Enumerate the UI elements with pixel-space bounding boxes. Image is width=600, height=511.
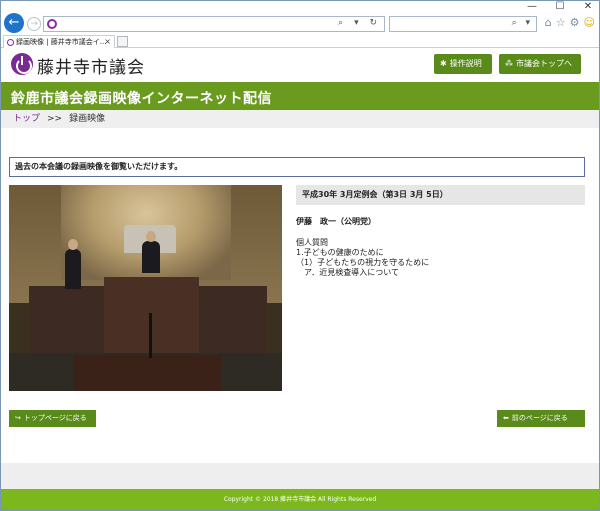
- notice-box: 過去の本会議の録画映像を御覧いただけます。: [9, 157, 585, 177]
- return-arrow-icon: ↪: [15, 414, 21, 422]
- forward-button[interactable]: →: [27, 17, 41, 31]
- arrow-left-icon: ⬅: [503, 414, 509, 422]
- question-line: ア．近見検査導入について: [296, 268, 399, 277]
- toolbar-icons: ⌂ ☆ ⚙ ☺: [545, 16, 595, 29]
- star-icon[interactable]: ☆: [556, 16, 566, 29]
- breadcrumb-home-link[interactable]: トップ: [13, 114, 40, 124]
- page-title: 鈴鹿市議会録画映像インターネット配信: [11, 91, 272, 107]
- question-line: （1）子どもたちの視力を守るために: [296, 258, 430, 267]
- tab-title: 録画映像 | 藤井寺市議会イ...: [16, 38, 107, 46]
- breadcrumb: トップ >> 録画映像: [1, 110, 599, 128]
- info-panel: 平成30年 3月定例会（第3日 3月 5日） 伊藤 政一（公明党） 個人質問 1…: [296, 185, 585, 278]
- video-player[interactable]: [9, 185, 282, 391]
- gear-icon: ✱: [440, 59, 447, 68]
- notice-text: 過去の本会議の録画映像を御覧いただけます。: [15, 162, 183, 171]
- lectern: [73, 355, 221, 391]
- assembly-logo-icon[interactable]: [11, 53, 33, 75]
- breadcrumb-separator: >>: [47, 114, 63, 124]
- tab-favicon-icon: [7, 39, 14, 46]
- navigation-bar: ← → ⌕ ▾ ↻ ⌕ ▾ ⌂ ☆ ⚙ ☺: [1, 13, 599, 35]
- minimize-button[interactable]: —: [525, 1, 539, 13]
- title-bar: — ☐ ✕: [1, 1, 599, 13]
- tab-close-icon[interactable]: ×: [104, 36, 111, 48]
- smiley-icon[interactable]: ☺: [584, 16, 595, 29]
- back-to-top-button[interactable]: ↪ トップページに戻る: [9, 410, 96, 427]
- site-favicon-icon: [47, 19, 57, 29]
- desk-left: [29, 286, 109, 354]
- person-left: [65, 239, 81, 289]
- help-button[interactable]: ✱ 操作説明: [434, 54, 492, 74]
- maximize-button[interactable]: ☐: [553, 1, 567, 13]
- new-tab-button[interactable]: [117, 36, 128, 47]
- footer-spacer: [1, 463, 599, 489]
- session-title: 平成30年 3月定例会（第3日 3月 5日）: [296, 185, 585, 205]
- search-controls[interactable]: ⌕ ▾: [512, 18, 533, 28]
- copyright-text: Copyright © 2018 藤井寺市議会 All Rights Reser…: [223, 496, 377, 503]
- back-to-top-label: トップページに戻る: [23, 414, 87, 422]
- previous-page-label: 前のページに戻る: [511, 414, 568, 422]
- tab-active[interactable]: 録画映像 | 藤井寺市議会イ... ×: [3, 35, 115, 48]
- tab-strip: 録画映像 | 藤井寺市議会イ... ×: [1, 35, 599, 48]
- browser-window: — ☐ ✕ ← → ⌕ ▾ ↻ ⌕ ▾ ⌂ ☆ ⚙ ☺ 録画映像 | 藤井寺市議…: [0, 0, 600, 511]
- desk-right: [195, 286, 267, 354]
- address-controls[interactable]: ⌕ ▾ ↻: [338, 18, 381, 28]
- title-banner: 鈴鹿市議会録画映像インターネット配信: [1, 82, 599, 110]
- gear-icon[interactable]: ⚙: [570, 16, 580, 29]
- person-chair: [142, 231, 160, 273]
- search-box[interactable]: ⌕ ▾: [389, 16, 537, 32]
- sitemap-icon: ⁂: [505, 59, 513, 68]
- back-button[interactable]: ←: [4, 13, 24, 33]
- breadcrumb-current: 録画映像: [69, 114, 106, 124]
- help-button-label: 操作説明: [449, 59, 482, 68]
- close-window-button[interactable]: ✕: [581, 1, 595, 13]
- home-icon[interactable]: ⌂: [545, 16, 552, 29]
- question-type: 個人質問: [296, 238, 328, 247]
- speaker-name: 伊藤 政一（公明党）: [296, 217, 376, 226]
- assembly-top-button[interactable]: ⁂ 市議会トップへ: [499, 54, 581, 74]
- microphone: [149, 313, 152, 358]
- footer: Copyright © 2018 藤井寺市議会 All Rights Reser…: [1, 489, 599, 510]
- assembly-top-button-label: 市議会トップへ: [516, 59, 572, 68]
- window-controls: — ☐ ✕: [525, 1, 595, 13]
- site-header: 藤井寺市議会 ✱ 操作説明 ⁂ 市議会トップへ: [1, 48, 599, 80]
- question-line: 1.子どもの健康のために: [296, 248, 384, 257]
- address-bar[interactable]: ⌕ ▾ ↻: [43, 16, 385, 32]
- site-name[interactable]: 藤井寺市議会: [37, 53, 145, 78]
- previous-page-button[interactable]: ⬅ 前のページに戻る: [497, 410, 585, 427]
